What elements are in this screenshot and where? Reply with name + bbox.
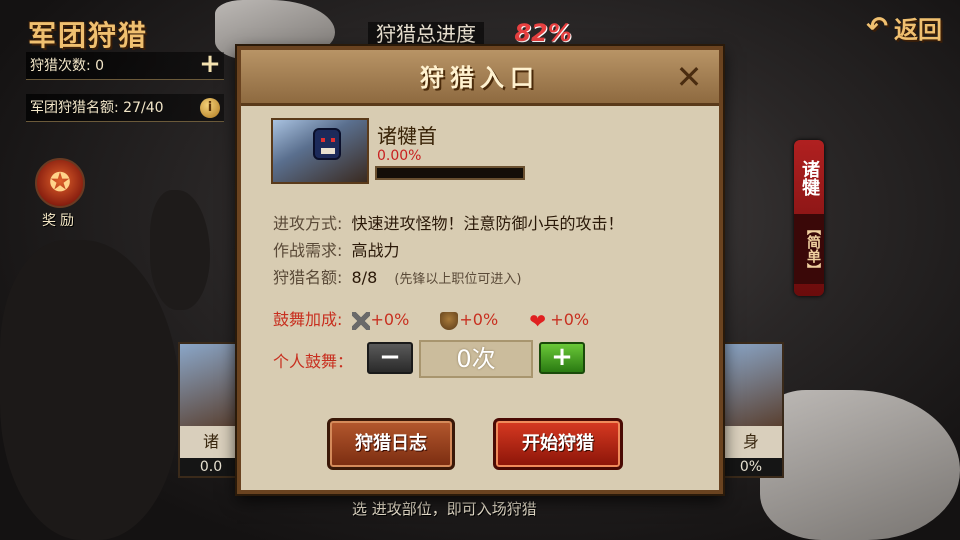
boost-count-field[interactable]: 0次 [419, 340, 533, 378]
add-hunt-count-button[interactable]: + [198, 51, 222, 77]
rock-scenery [150, 190, 210, 310]
attack-bonus-value: +0% [370, 310, 410, 329]
decrease-boost-button[interactable]: − [367, 342, 413, 374]
requirement-row: 作战需求: 高战力 [273, 237, 624, 264]
dialog-title: 狩猎入口 [420, 64, 540, 92]
hunt-quota-value: 8/8 [351, 268, 378, 287]
overall-progress-label: 狩猎总进度 [368, 22, 484, 46]
reward-button[interactable]: ✪ 奖励 [32, 158, 88, 229]
hunt-quota-note: (先锋以上职位可进入) [394, 272, 522, 287]
hunt-count-value: 0 [95, 58, 105, 74]
attack-mode-label: 进攻方式: [273, 214, 343, 233]
boss-tag-name: 诸犍 [799, 160, 820, 196]
boss-progress-bar [375, 166, 525, 180]
rock-scenery [0, 240, 180, 540]
boost-label: 鼓舞加成: [273, 310, 343, 329]
boss-progress-text: 0.00% [377, 148, 422, 164]
requirement-label: 作战需求: [273, 241, 343, 260]
boss-part-name: 诸犍首 [377, 124, 437, 148]
rock-scenery [760, 390, 960, 540]
increase-boost-button[interactable]: + [539, 342, 585, 374]
attack-mode-value: 快速进攻怪物！注意防御小兵的攻击！ [351, 214, 624, 233]
attack-bonus: +0% [351, 308, 410, 332]
dialog-header: 狩猎入口 ✕ [241, 50, 719, 106]
quota-row: 军团狩猎名额: 27/40 i [26, 94, 224, 122]
attack-mode-row: 进攻方式: 快速进攻怪物！注意防御小兵的攻击！ [273, 210, 624, 237]
heart-icon: ❤ [529, 308, 547, 333]
overall-progress-value: 82% [514, 19, 572, 47]
reward-bag-icon: ✪ [35, 158, 85, 208]
body-part-progress: 0% [720, 458, 782, 476]
bottom-hint: 选 进攻部位，即可入场狩猎 [352, 500, 537, 518]
close-icon[interactable]: ✕ [673, 61, 705, 94]
reward-label: 奖励 [42, 213, 78, 229]
boss-face [313, 128, 341, 160]
defense-bonus: +0% [440, 308, 498, 332]
sword-icon [351, 311, 370, 330]
quota-row: 狩猎名额: 8/8 (先锋以上职位可进入) [273, 264, 624, 291]
body-part-name: 身 [742, 432, 759, 451]
hunt-quota-label: 狩猎名额: [273, 268, 343, 287]
back-button[interactable]: ↶ 返回 [866, 10, 942, 44]
boss-portrait [271, 118, 369, 184]
quota-label: 军团狩猎名额: [30, 100, 119, 116]
boss-tag[interactable]: 诸犍 【简单】 [794, 140, 824, 296]
hunt-entry-dialog: 狩猎入口 ✕ 诸犍首 0.00% 进攻方式: 快速进攻怪物！注意防御小兵的攻击！… [237, 46, 723, 494]
body-part-name: 诸 [202, 432, 219, 451]
hunt-count-label: 狩猎次数: [30, 58, 91, 74]
body-part-card-right[interactable]: 身 0% [718, 342, 784, 478]
shield-icon [440, 311, 459, 330]
start-hunt-button[interactable]: 开始狩猎 [493, 418, 623, 470]
body-part-card-left[interactable]: 诸 0.0 [178, 342, 244, 478]
overall-progress: 狩猎总进度 82% [368, 18, 608, 48]
difficulty-label: 【简单】 [794, 214, 824, 284]
boss-part-image [180, 344, 242, 426]
health-bonus: ❤ +0% [529, 308, 589, 332]
requirement-value: 高战力 [351, 241, 400, 260]
hunt-details: 进攻方式: 快速进攻怪物！注意防御小兵的攻击！ 作战需求: 高战力 狩猎名额: … [273, 210, 624, 291]
hunt-count-row: 狩猎次数: 0 + [26, 51, 224, 80]
personal-boost-label: 个人鼓舞： [273, 352, 354, 371]
page-title: 军团狩猎 [28, 19, 149, 52]
quota-value: 27/40 [123, 100, 164, 116]
back-arrow-icon: ↶ [866, 12, 888, 42]
body-part-progress: 0.0 [180, 458, 242, 476]
boss-part-image [720, 344, 782, 426]
back-label: 返回 [894, 15, 942, 44]
boost-row: 鼓舞加成: +0% +0% ❤ +0% [273, 308, 589, 332]
defense-bonus-value: +0% [459, 310, 499, 329]
info-icon[interactable]: i [200, 98, 220, 118]
hunt-log-button[interactable]: 狩猎日志 [327, 418, 455, 470]
health-bonus-value: +0% [550, 310, 590, 329]
